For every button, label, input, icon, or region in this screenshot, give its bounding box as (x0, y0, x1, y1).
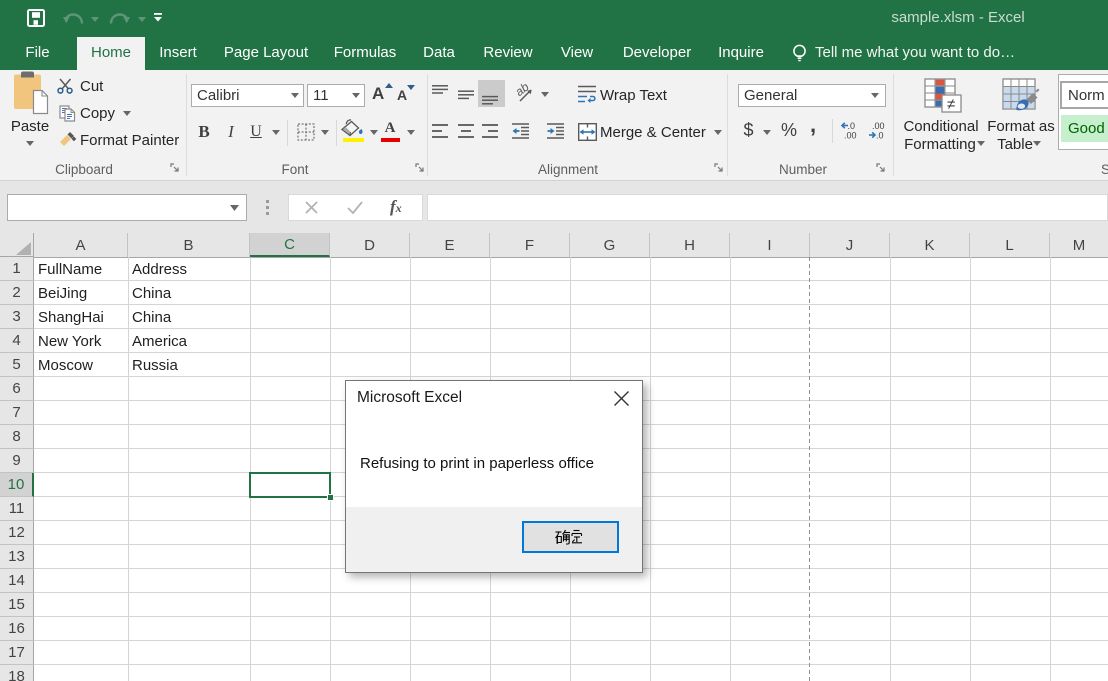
svg-text:.00: .00 (872, 121, 885, 131)
svg-text:≠: ≠ (947, 96, 955, 113)
svg-text:.0: .0 (848, 121, 856, 131)
svg-text:.00: .00 (844, 131, 857, 141)
svg-text:.0: .0 (876, 131, 884, 141)
